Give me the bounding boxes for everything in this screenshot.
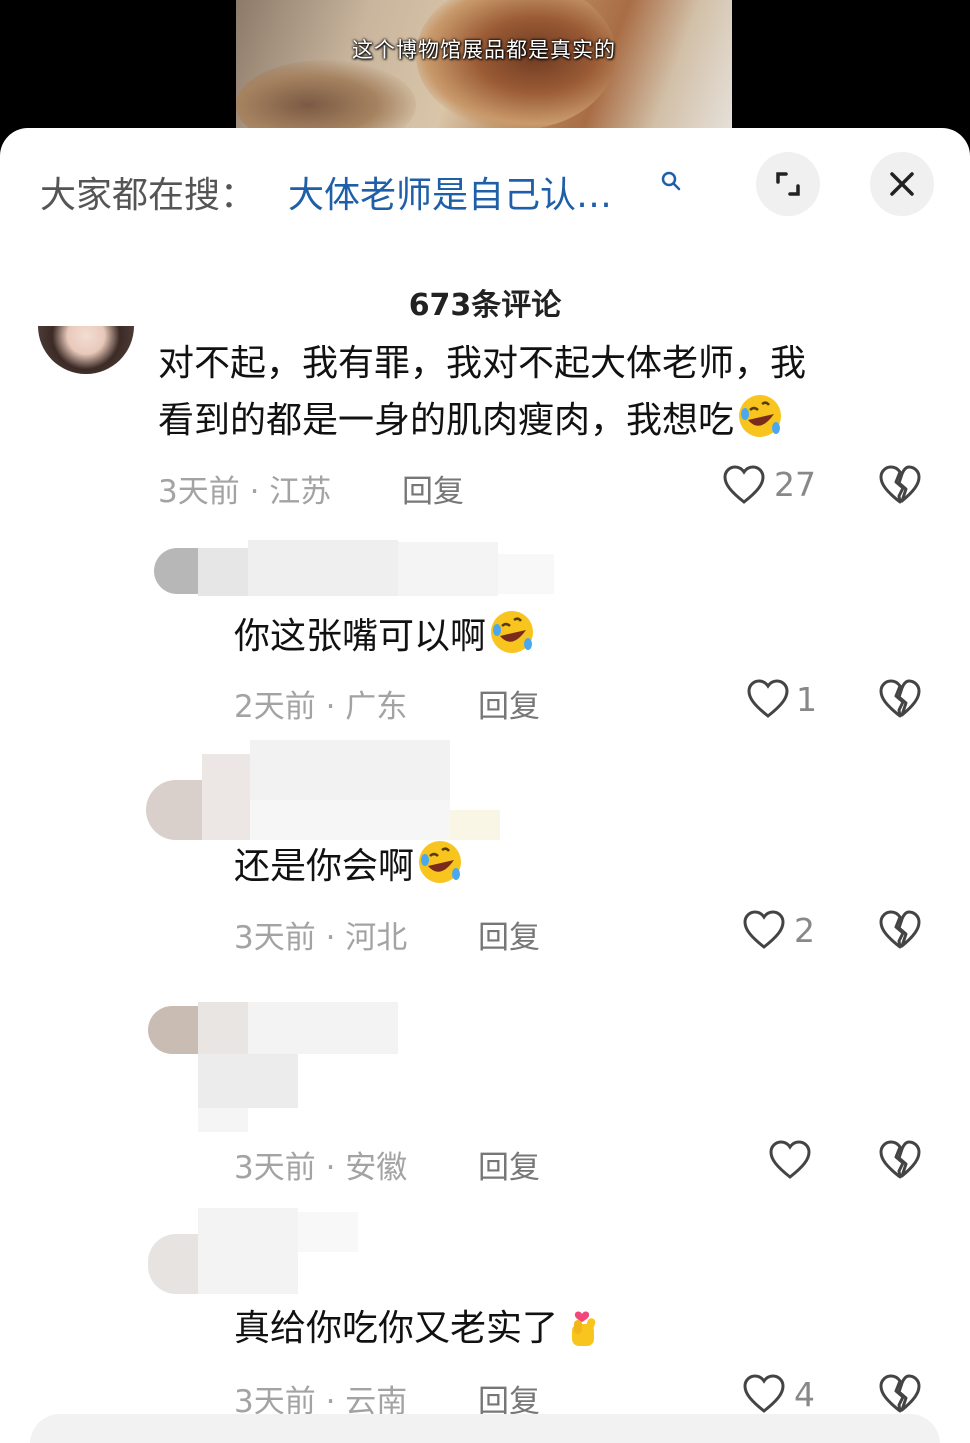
rofl-emoji-icon <box>419 841 462 883</box>
comment-text-line: 对不起，我有罪，我对不起大体老师，我 <box>158 343 807 384</box>
comment-text: 你这张嘴可以啊 <box>234 608 536 665</box>
comment-meta: 2天前 · 广东 <box>234 689 408 725</box>
comment-meta: 3天前 · 江苏 <box>158 474 332 510</box>
like-count: 4 <box>794 1375 815 1414</box>
video-frame[interactable]: 这个博物馆展品都是真实的 <box>236 0 732 140</box>
reply-button[interactable]: 回复 <box>478 681 540 726</box>
comment-meta: 3天前 · 安徽 <box>234 1150 408 1186</box>
comment-text: 真给你吃你又老实了 <box>234 1300 608 1357</box>
rofl-emoji-icon <box>491 611 534 653</box>
like-count: 2 <box>794 911 815 950</box>
blurred-username <box>154 540 554 600</box>
blurred-username <box>146 740 506 840</box>
avatar[interactable] <box>38 326 134 374</box>
comment-text-segment: 还是你会啊 <box>234 846 415 887</box>
reply-button[interactable]: 回复 <box>478 912 540 957</box>
comment-text-segment: 看到的都是一身的肌肉瘦肉，我想吃 <box>158 400 735 441</box>
broken-heart-icon[interactable] <box>878 909 922 951</box>
broken-heart-icon[interactable] <box>878 1373 922 1415</box>
comment-text-segment: 你这张嘴可以啊 <box>234 616 487 657</box>
expand-button[interactable] <box>756 152 820 216</box>
like-count: 1 <box>796 680 817 719</box>
comment-text-line: 看到的都是一身的肌肉瘦肉，我想吃 <box>158 392 806 449</box>
broken-heart-icon[interactable] <box>878 678 922 720</box>
search-query-link[interactable]: 大体老师是自己认… <box>288 166 612 218</box>
video-object <box>416 0 616 130</box>
heart-icon[interactable] <box>742 909 786 951</box>
search-prefix-label: 大家都在搜： <box>40 175 257 216</box>
rofl-emoji-icon <box>739 395 782 437</box>
blurred-username <box>148 1208 368 1298</box>
comments-count-title: 673条评论 <box>408 288 562 323</box>
reply-button[interactable]: 回复 <box>402 466 464 511</box>
like-count: 27 <box>774 465 816 504</box>
video-area[interactable]: 这个博物馆展品都是真实的 <box>0 0 970 140</box>
video-caption: 这个博物馆展品都是真实的 <box>352 38 616 62</box>
comments-sheet: 大家都在搜： 大体老师是自己认… 673条评论 对不起，我有罪，我对不起大体老师… <box>0 128 970 1443</box>
broken-heart-icon[interactable] <box>878 1139 922 1181</box>
comment-text-segment: 真给你吃你又老实了 <box>234 1308 559 1349</box>
reply-button[interactable]: 回复 <box>478 1142 540 1187</box>
heart-icon[interactable] <box>742 1373 786 1415</box>
comment-input-bar[interactable] <box>30 1414 940 1443</box>
expand-icon <box>776 172 800 196</box>
close-icon <box>890 172 914 196</box>
heart-icon[interactable] <box>722 464 766 506</box>
comment-text: 对不起，我有罪，我对不起大体老师，我 看到的都是一身的肌肉瘦肉，我想吃 <box>158 336 806 449</box>
close-button[interactable] <box>870 152 934 216</box>
comment-text: 还是你会啊 <box>234 838 464 895</box>
broken-heart-icon[interactable] <box>878 464 922 506</box>
search-icon[interactable] <box>660 170 682 192</box>
comment-meta: 3天前 · 河北 <box>234 920 408 956</box>
heart-icon[interactable] <box>768 1139 812 1181</box>
finger-heart-emoji-icon <box>572 1311 596 1346</box>
search-suggestion-bar[interactable]: 大家都在搜： 大体老师是自己认… <box>0 128 970 248</box>
blurred-username <box>148 1002 408 1132</box>
heart-icon[interactable] <box>746 678 790 720</box>
